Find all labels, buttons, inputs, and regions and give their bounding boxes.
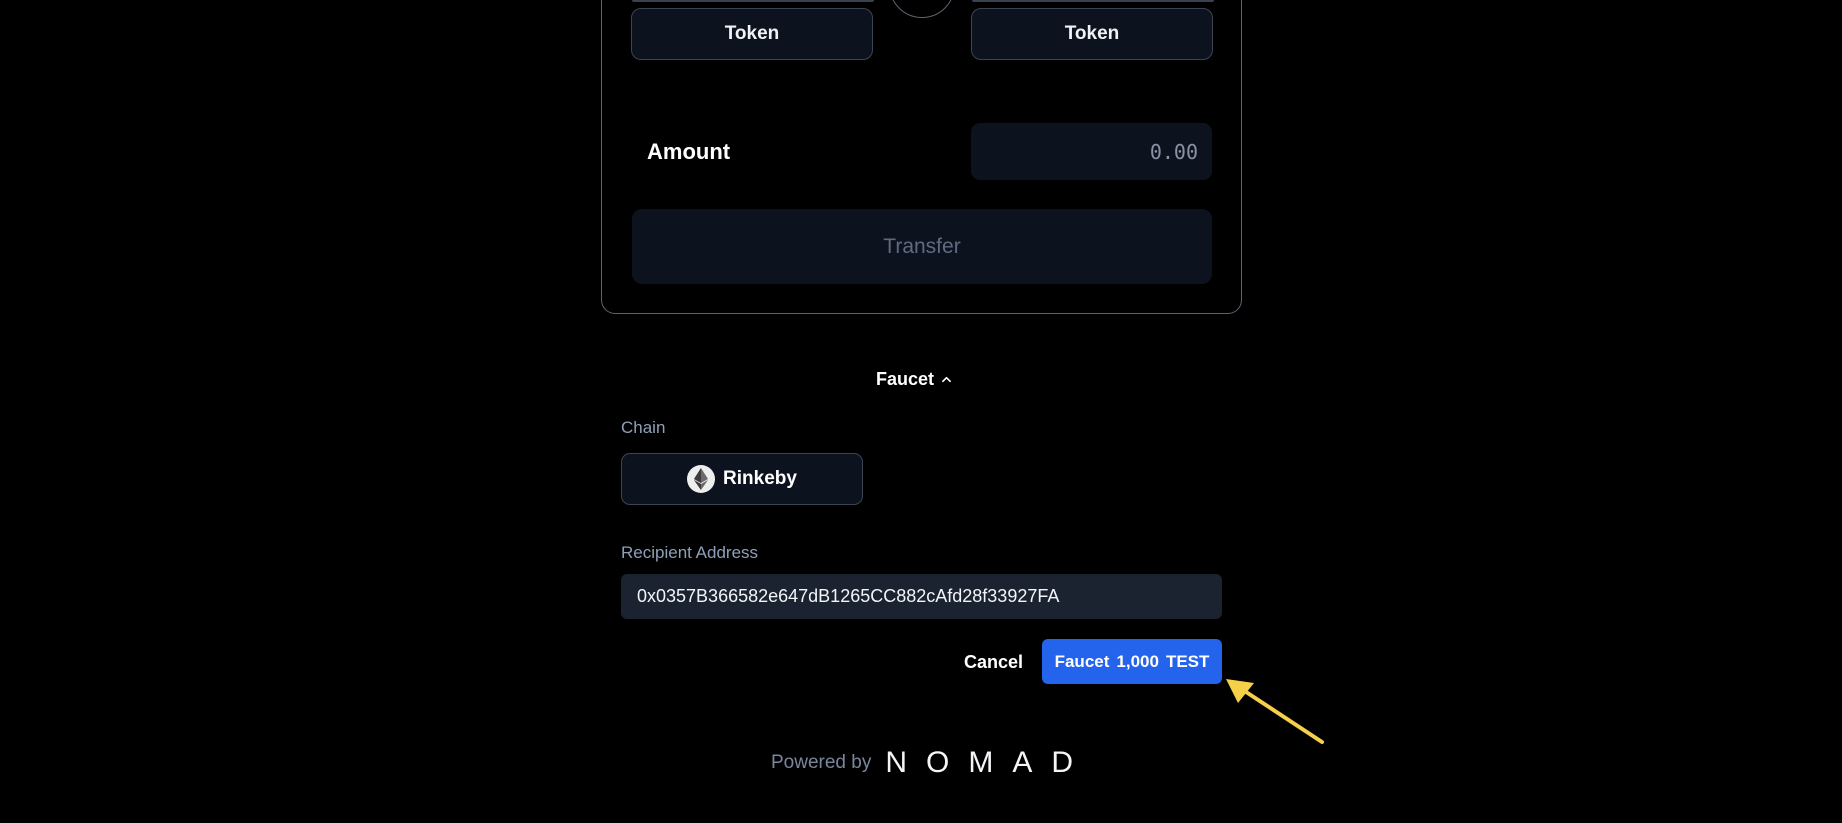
faucet-toggle-label: Faucet (876, 369, 935, 389)
to-chain-select-edge[interactable] (972, 0, 1214, 2)
cancel-button[interactable]: Cancel (964, 652, 1023, 673)
chain-select[interactable]: Rinkeby (621, 453, 863, 505)
transfer-button[interactable]: Transfer (632, 209, 1212, 284)
powered-by-footer: Powered by NOMAD (771, 746, 1092, 780)
page: Token Token Amount 0.00 Transfer Faucet … (0, 0, 1842, 823)
from-chain-select-edge[interactable] (632, 0, 874, 2)
to-token-label: Token (1064, 23, 1120, 44)
recipient-address-input[interactable]: 0x0357B366582e647dB1265CC882cAfd28f33927… (621, 574, 1222, 619)
amount-input[interactable]: 0.00 (971, 123, 1212, 180)
recipient-address-value: 0x0357B366582e647dB1265CC882cAfd28f33927… (637, 586, 1060, 606)
chain-label: Chain (621, 418, 666, 437)
nomad-logo[interactable]: NOMAD (885, 746, 1092, 780)
faucet-button-token: TEST (1165, 651, 1210, 671)
chevron-up-icon (942, 376, 951, 383)
amount-placeholder: 0.00 (1149, 139, 1198, 164)
to-token-select[interactable]: Token (971, 8, 1213, 60)
from-token-label: Token (724, 23, 780, 44)
amount-label: Amount (647, 139, 731, 164)
faucet-submit-button[interactable]: Faucet 1,000 TEST (1042, 639, 1222, 684)
powered-by-label: Powered by (771, 752, 872, 773)
annotation-arrow-icon (1226, 679, 1324, 744)
faucet-button-prefix: Faucet (1054, 651, 1110, 671)
transfer-button-label: Transfer (883, 234, 961, 258)
chain-selected-label: Rinkeby (723, 468, 797, 489)
faucet-button-amount: 1,000 (1116, 651, 1159, 671)
from-token-select[interactable]: Token (631, 8, 873, 60)
recipient-address-label: Recipient Address (621, 543, 759, 562)
faucet-toggle[interactable]: Faucet (876, 369, 951, 390)
ethereum-icon (687, 465, 716, 493)
